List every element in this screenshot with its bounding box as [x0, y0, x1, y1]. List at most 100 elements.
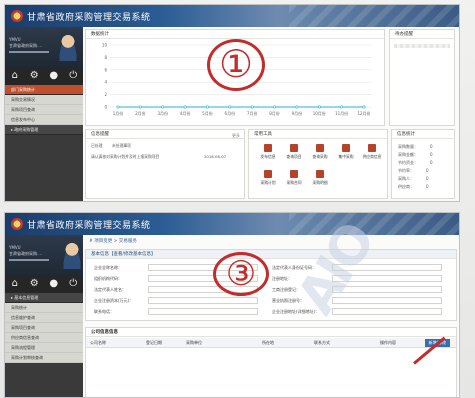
divider: [9, 259, 49, 261]
x-tick-label: 7月份: [247, 110, 258, 116]
sidebar-item[interactable]: 采购项目查询: [5, 105, 83, 115]
stat-row: 节约率： 0: [398, 168, 458, 174]
power-icon[interactable]: ⏻: [66, 69, 80, 83]
form-field[interactable]: [148, 297, 258, 304]
field-value: [149, 320, 151, 325]
tool-icon: [264, 170, 272, 178]
y-tick-label: 6: [104, 67, 107, 72]
quick-tool-label: 采购合同: [286, 180, 302, 185]
column-header[interactable]: 登记日期: [146, 340, 162, 346]
data-point: [116, 105, 120, 109]
quick-tool-button[interactable]: 供应商信息: [361, 144, 383, 162]
quick-tool-button[interactable]: 发布信息: [257, 144, 279, 162]
gear-icon[interactable]: ⚙: [27, 277, 41, 291]
notice-tab[interactable]: 未处理事项: [112, 143, 131, 149]
sidebar: YMVU 甘肃省政府采购.... ⌂ ⚙ ● ⏻ ▸ 基本信息管理 采购统计 信…: [5, 235, 83, 397]
notice-title: 信息提醒 更多: [86, 130, 244, 139]
quick-tool-label: 查询采购: [312, 154, 328, 159]
screenshot-composite: 甘肃省政府采购管理交易系统 YMVU 甘肃省政府采购.... ⌂ ⚙ ● ⏻ 部…: [0, 0, 475, 398]
column-header[interactable]: 所在地: [262, 340, 274, 346]
field-label: 企业注册地址(详细地址)：: [272, 309, 320, 314]
notice-date: 2018-08-07: [204, 154, 227, 159]
data-point: [161, 105, 165, 109]
form-field[interactable]: 注册号码: [332, 297, 442, 314]
quick-tool-button[interactable]: 集中采购: [335, 144, 357, 162]
sidebar-item[interactable]: 采购流程管理: [5, 343, 83, 353]
chart-title: 数据统计: [86, 30, 384, 39]
more-link[interactable]: 更多: [232, 131, 240, 140]
gear-icon[interactable]: ⚙: [27, 69, 41, 83]
stat-row: 供应商： 0: [398, 184, 458, 190]
quick-tool-label: 采购计划: [260, 180, 276, 185]
sidebar-item-active[interactable]: 部门采购统计: [5, 85, 83, 95]
sidebar-item[interactable]: 供应商信息查询: [5, 333, 83, 343]
form-field[interactable]: [148, 308, 258, 315]
quick-tool-button[interactable]: 采购明细: [309, 170, 331, 188]
form-field[interactable]: [332, 308, 442, 315]
power-icon[interactable]: ⏻: [66, 277, 80, 291]
x-tick-label: 5月份: [202, 110, 213, 116]
sidebar-item[interactable]: 信息维护查询: [5, 313, 83, 323]
quick-tool-label: 发布信息: [260, 154, 276, 159]
sidebar-item[interactable]: 采购交易情况: [5, 95, 83, 105]
sidebar-menu: ▸ 基本信息管理 采购统计 信息维护查询 采购项目查询 供应商信息查询 采购流程…: [5, 293, 83, 363]
x-tick-label: 3月份: [157, 110, 168, 116]
form-field[interactable]: 61●●●●●●: [332, 264, 442, 281]
column-header[interactable]: 采购单位: [186, 340, 202, 346]
location-icon[interactable]: ●: [47, 277, 61, 291]
quick-tools-box: 常用工具 发布信息 查询项目 查询采购 集中采购 供应商信息 采购计划 采购合同 采购明细: [248, 129, 388, 199]
sidebar-item[interactable]: 采购统计: [5, 303, 83, 313]
section-title: 基本信息【查看/修改基本信息】: [86, 250, 456, 259]
tool-icon: [342, 144, 350, 152]
column-header[interactable]: 联系方式: [314, 340, 330, 346]
company-table-box: 公司信息信息 公司名称登记日期采购单位所在地联系方式操作内容 新增/修改: [85, 327, 457, 397]
tool-icon: [264, 144, 272, 152]
quick-tool-button[interactable]: 采购计划: [257, 170, 279, 188]
location-icon[interactable]: ●: [47, 69, 61, 83]
sidebar-item[interactable]: 信息发布中心: [5, 115, 83, 125]
user-box: YMVU 甘肃省政府采购....: [5, 235, 83, 275]
home-icon[interactable]: ⌂: [8, 69, 22, 83]
sidebar-item[interactable]: 采购项目查询: [5, 323, 83, 333]
stat-value: 0: [426, 176, 429, 181]
x-tick-label: 10月份: [313, 110, 326, 116]
quick-tool-button[interactable]: 采购合同: [283, 170, 305, 188]
data-point: [362, 105, 366, 109]
field-label: 法定代表人身份证号码：: [272, 265, 316, 270]
quick-tool-button[interactable]: 查询项目: [283, 144, 305, 162]
home-icon[interactable]: ⌂: [8, 277, 22, 291]
sidebar-item-group[interactable]: ▸ 政府采购管理: [5, 125, 83, 135]
placeholder-line: [394, 44, 450, 48]
x-tick-label: 4月份: [180, 110, 191, 116]
stat-label: 采购数量：: [398, 144, 418, 149]
notice-item[interactable]: 请认真核对采购计划并及时上报采购项目: [91, 154, 159, 160]
form-field[interactable]: 国家企业信用信息公示系统: [332, 286, 442, 303]
form-field[interactable]: FG58●●●●: [332, 275, 442, 292]
quick-tool-label: 集中采购: [338, 154, 354, 159]
quick-tool-label: 查询项目: [286, 154, 302, 159]
column-header[interactable]: 公司名称: [90, 340, 106, 346]
notice-box: 信息提醒 更多 已处理 未处理事项 请认真核对采购计划并及时上报采购项目 2018…: [85, 129, 245, 199]
table-header-row: 公司名称 登记日期 采购单位 所在地 联系方式 操作内容: [86, 338, 456, 348]
stat-row: 节约资金： 0: [398, 160, 458, 166]
data-point: [340, 105, 344, 109]
quick-tool-label: 采购明细: [312, 180, 328, 185]
avatar: [61, 241, 83, 269]
field-label: 组织机构代码：: [94, 276, 122, 281]
sidebar-item-group[interactable]: ▸ 基本信息管理: [5, 293, 83, 303]
top-header: 甘肃省政府采购管理交易系统: [5, 213, 459, 235]
x-tick-label: 11月份: [335, 110, 348, 116]
stat-label: 采购人：: [398, 176, 414, 181]
stat-row: 采购金额： 0: [398, 152, 458, 158]
field-label: 工商注册登记：: [272, 287, 300, 292]
data-point: [273, 105, 277, 109]
sidebar-item[interactable]: 采购计划审核查询: [5, 353, 83, 363]
data-point: [138, 105, 142, 109]
notice-tab[interactable]: 已处理: [91, 143, 102, 149]
reminder-box: 待办提醒: [389, 29, 455, 126]
data-point: [183, 105, 187, 109]
column-header[interactable]: 操作内容: [380, 340, 396, 346]
field-label: 营业执照注册号：: [272, 298, 304, 303]
x-tick-label: 1月份: [113, 110, 124, 116]
quick-tool-button[interactable]: 查询采购: [309, 144, 331, 162]
